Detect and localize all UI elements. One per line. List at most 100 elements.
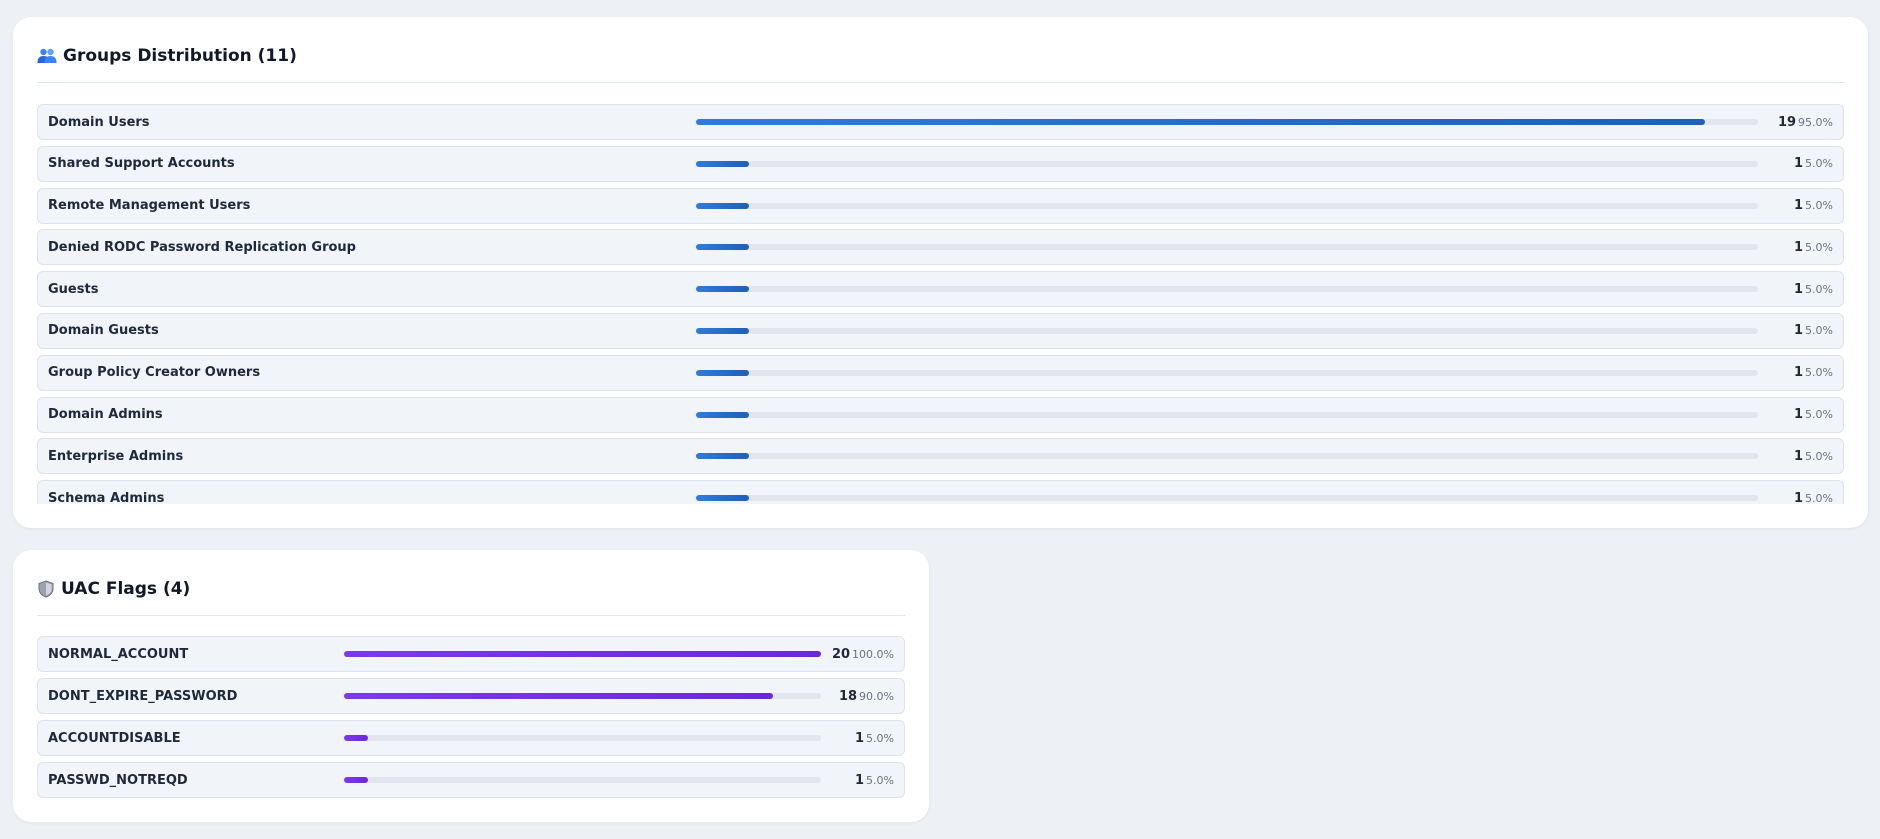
group-row: Enterprise Admins 1 5.0% [37, 438, 1844, 475]
group-bar-fill [696, 411, 750, 418]
group-bar-fill [696, 327, 750, 334]
uac-flag-row: NORMAL_ACCOUNT 20 100.0% [37, 636, 905, 672]
group-row-label: Domain Users [48, 114, 150, 130]
group-bar-fill [696, 244, 750, 251]
uac-flag-row-stats: 1 5.0% [855, 773, 894, 788]
group-row-percent: 5.0% [1805, 282, 1833, 296]
group-row-label: Shared Support Accounts [48, 156, 235, 172]
group-row-label: Remote Management Users [48, 198, 251, 214]
uac-flag-row-stats: 1 5.0% [855, 731, 894, 746]
uac-flag-bar-fill [344, 735, 368, 741]
group-bar-track [696, 286, 1758, 293]
uac-flag-row-count: 18 [838, 688, 858, 704]
group-bar-track [696, 202, 1758, 209]
groups-list[interactable]: Domain Users 19 95.0% Shared Support Accoun… [37, 104, 1844, 504]
uac-flag-row-label: NORMAL_ACCOUNT [48, 646, 189, 662]
group-row-percent: 5.0% [1805, 324, 1833, 338]
group-row-count: 1 [1794, 448, 1804, 464]
uac-flag-row-percent: 100.0% [852, 647, 894, 661]
group-row-count: 1 [1794, 281, 1804, 297]
uac-flag-row-label: ACCOUNTDISABLE [48, 730, 181, 746]
group-row: Group Policy Creator Owners 1 5.0% [37, 354, 1844, 391]
shield-icon [37, 579, 55, 598]
uac-flag-bar-fill [344, 651, 821, 657]
group-bar-fill [696, 453, 750, 460]
group-bar-track [696, 119, 1758, 125]
group-row-label: Schema Admins [48, 490, 165, 504]
group-row-label: Denied RODC Password Replication Group [48, 239, 356, 255]
group-row-percent: 5.0% [1805, 449, 1833, 463]
group-row-stats: 19 95.0% [1778, 115, 1833, 130]
group-row-stats: 1 5.0% [1794, 449, 1833, 464]
group-bar-fill [696, 369, 750, 376]
uac-flag-row-label: DONT_EXPIRE_PASSWORD [48, 688, 238, 704]
uac-flag-row-percent: 5.0% [866, 731, 894, 745]
group-row-percent: 5.0% [1805, 408, 1833, 422]
groups-distribution-title: Groups Distribution (11) [37, 39, 1844, 83]
group-row-label: Domain Guests [48, 323, 159, 339]
uac-list: NORMAL_ACCOUNT 20 100.0% DONT_EXPIRE_PASSWO… [37, 636, 905, 800]
group-row: Denied RODC Password Replication Group 1 5… [37, 229, 1844, 266]
people-icon [37, 48, 57, 64]
groups-title-text: Groups Distribution (11) [63, 45, 297, 66]
uac-flag-bar-track [344, 651, 821, 657]
group-row-count: 1 [1794, 156, 1804, 172]
group-row-stats: 1 5.0% [1794, 282, 1833, 297]
uac-flag-row: PASSWD_NOTREQD 1 5.0% [37, 762, 905, 798]
uac-flag-row-percent: 90.0% [859, 689, 894, 703]
group-row-count: 1 [1794, 407, 1804, 423]
group-row-count: 1 [1794, 365, 1804, 381]
group-row: Remote Management Users 1 5.0% [37, 187, 1844, 224]
group-row-count: 1 [1794, 198, 1804, 214]
group-row: Domain Users 19 95.0% [37, 104, 1844, 140]
uac-flag-row-count: 1 [855, 730, 865, 746]
group-bar-track [696, 160, 1758, 167]
uac-flag-bar-track [344, 693, 821, 699]
group-row-stats: 1 5.0% [1794, 407, 1833, 422]
uac-flag-row: DONT_EXPIRE_PASSWORD 18 90.0% [37, 678, 905, 714]
group-row: Shared Support Accounts 1 5.0% [37, 145, 1844, 182]
uac-flag-bar-fill [344, 777, 368, 783]
uac-flag-row-count: 1 [855, 772, 865, 788]
group-row-percent: 5.0% [1805, 366, 1833, 380]
group-row-count: 1 [1794, 490, 1804, 504]
group-row-stats: 1 5.0% [1794, 491, 1833, 504]
uac-flag-row-count: 20 [831, 646, 851, 662]
group-row-count: 19 [1777, 114, 1797, 130]
group-bar-track [696, 369, 1758, 376]
group-row-percent: 95.0% [1798, 115, 1833, 129]
uac-flag-row-label: PASSWD_NOTREQD [48, 772, 188, 788]
uac-flags-title: UAC Flags (4) [37, 572, 905, 616]
group-row: Guests 1 5.0% [37, 271, 1844, 308]
group-row-label: Enterprise Admins [48, 448, 184, 464]
groups-distribution-card: Groups Distribution (11) Domain Users 19 9… [13, 17, 1868, 528]
group-row: Schema Admins 1 5.0% [37, 480, 1844, 504]
group-row-stats: 1 5.0% [1794, 198, 1833, 213]
uac-flag-row-stats: 20 100.0% [832, 647, 894, 662]
group-bar-track [696, 244, 1758, 251]
uac-flag-bar-track [344, 735, 821, 741]
uac-flags-card: UAC Flags (4) NORMAL_ACCOUNT 20 100.0% DONT… [13, 550, 929, 822]
group-bar-track [696, 453, 1758, 460]
group-row-label: Group Policy Creator Owners [48, 365, 261, 381]
group-bar-fill [696, 119, 1705, 125]
group-row-percent: 5.0% [1805, 199, 1833, 213]
group-row-stats: 1 5.0% [1794, 323, 1833, 338]
group-bar-fill [696, 202, 750, 209]
group-row-count: 1 [1794, 239, 1804, 255]
group-row-label: Domain Admins [48, 407, 163, 423]
group-row-stats: 1 5.0% [1794, 240, 1833, 255]
group-row: Domain Guests 1 5.0% [37, 312, 1844, 349]
group-bar-fill [696, 495, 750, 502]
uac-flag-row-percent: 5.0% [866, 773, 894, 787]
group-bar-fill [696, 286, 750, 293]
group-row-count: 1 [1794, 323, 1804, 339]
uac-flag-row-stats: 18 90.0% [839, 689, 894, 704]
group-row-stats: 1 5.0% [1794, 365, 1833, 380]
uac-flag-bar-fill [344, 693, 774, 699]
group-bar-track [696, 495, 1758, 502]
group-row-label: Guests [48, 281, 99, 297]
group-row-percent: 5.0% [1805, 491, 1833, 504]
group-row-percent: 5.0% [1805, 240, 1833, 254]
group-bar-fill [696, 160, 750, 167]
